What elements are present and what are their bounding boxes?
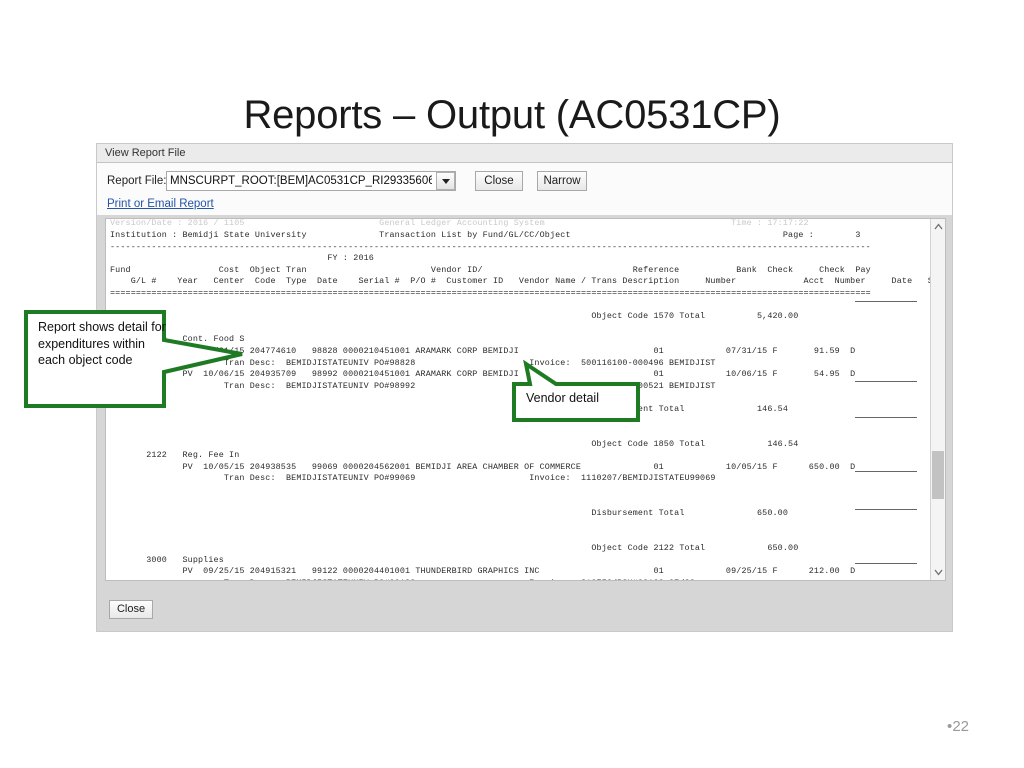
print-or-email-report-link[interactable]: Print or Email Report: [107, 198, 214, 210]
amount-total-rule: [855, 563, 917, 564]
callout-2-text: Vendor detail: [526, 391, 599, 405]
slide-page-number: •22: [947, 718, 969, 735]
amount-total-rule: [855, 509, 917, 510]
amount-total-rule: [855, 301, 917, 302]
window-title-label: View Report File: [105, 147, 186, 159]
narrow-button[interactable]: Narrow: [537, 171, 587, 191]
report-file-input[interactable]: [167, 172, 435, 190]
page-number-value: 22: [952, 718, 969, 735]
callout-1-text: Report shows detail for expenditures wit…: [38, 320, 166, 368]
amount-total-rule: [855, 381, 917, 382]
report-vertical-scrollbar[interactable]: [930, 219, 945, 580]
report-file-combobox[interactable]: [166, 171, 456, 191]
slide-canvas: Reports – Output (AC0531CP) •22 View Rep…: [0, 0, 1024, 768]
chevron-up-icon[interactable]: [931, 219, 945, 234]
callout-vendor-detail: Vendor detail: [512, 359, 642, 424]
chevron-down-icon[interactable]: [931, 565, 945, 580]
close-button-bottom[interactable]: Close: [109, 600, 153, 619]
amount-total-rule: [855, 471, 917, 472]
amount-total-rule: [855, 417, 917, 418]
scrollbar-thumb[interactable]: [932, 451, 944, 499]
report-file-label: Report File:: [107, 175, 167, 187]
close-button-top[interactable]: Close: [475, 171, 523, 191]
window-titlebar: View Report File: [97, 144, 952, 163]
callout-report-shows-detail: Report shows detail for expenditures wit…: [24, 310, 274, 410]
report-toolbar: Report File: Close Narrow Print or Email…: [97, 163, 952, 215]
chevron-down-icon[interactable]: [436, 172, 455, 190]
page-title: Reports – Output (AC0531CP): [243, 92, 781, 137]
